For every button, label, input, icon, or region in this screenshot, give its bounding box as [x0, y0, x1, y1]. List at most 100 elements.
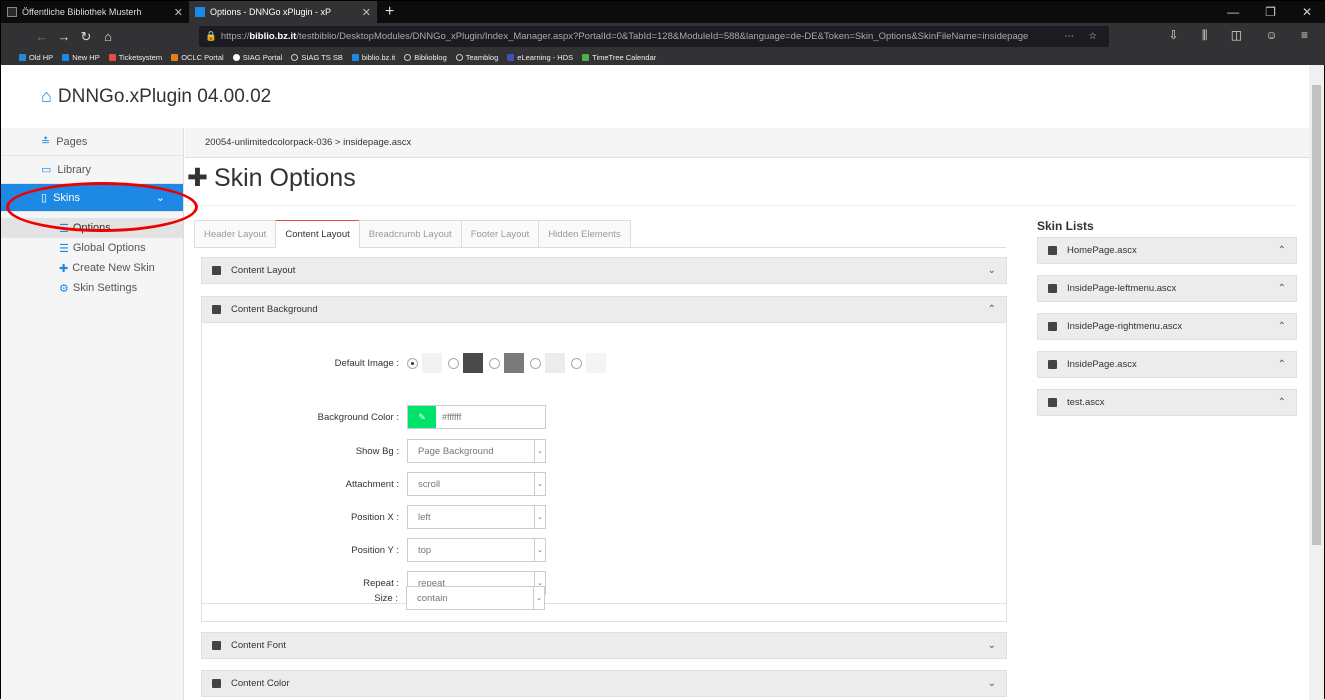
skin-item-homepage[interactable]: HomePage.ascx ⌃: [1037, 237, 1297, 264]
bookmark-timetree[interactable]: TimeTree Calendar: [582, 53, 656, 62]
content-background-panel: Default Image : Background Color: ✎ #ff…: [201, 323, 1007, 604]
globe-icon: [291, 54, 299, 61]
skin-item-insidepage[interactable]: InsidePage.ascx ⌃: [1037, 351, 1297, 378]
accordion-lower: Content Font ⌄ Content Color ⌄: [201, 632, 1007, 697]
globe-icon: [404, 54, 412, 61]
toolbar-icons[interactable]: ⇩ ⫼ ◫ ☺ ≡: [1168, 28, 1318, 43]
image-radio[interactable]: [448, 357, 459, 369]
tab-content-layout[interactable]: Content Layout: [275, 220, 360, 248]
tab-header-layout[interactable]: Header Layout: [194, 220, 277, 247]
page-title-text: Skin Options: [213, 163, 356, 192]
maximize-icon[interactable]: ❐: [1265, 5, 1276, 19]
minimize-icon[interactable]: —: [1227, 5, 1239, 19]
browser-window: Öffentliche Bibliothek Musterh ✕ Options…: [0, 0, 1325, 700]
forward-icon[interactable]: →: [53, 29, 75, 44]
bookmark-siag-portal[interactable]: SIAG Portal: [232, 53, 282, 62]
tab-footer-layout[interactable]: Footer Layout: [460, 220, 540, 247]
skin-item-label: test.ascx: [1067, 397, 1105, 408]
size-row-wrap: Size : contain ⌄: [201, 583, 1007, 613]
sidebar-subitem-global-options[interactable]: ☰ Global Options: [1, 238, 183, 258]
tab-hidden-elements[interactable]: Hidden Elements: [538, 220, 631, 247]
bookmark-icon: [62, 54, 70, 61]
reload-icon[interactable]: ↻: [75, 29, 97, 45]
browser-tab-library[interactable]: Öffentliche Bibliothek Musterh ✕: [1, 1, 189, 23]
sidebar-subitem-label: Skin Settings: [72, 282, 138, 294]
scrollbar-thumb[interactable]: [1312, 85, 1321, 545]
browser-tab-options[interactable]: Options - DNNGo xPlugin - xP ✕: [189, 1, 377, 23]
close-tab-icon[interactable]: ✕: [174, 6, 183, 19]
background-color-value: #ffffff: [442, 412, 462, 422]
bookmark-teamblog[interactable]: Teamblog: [455, 53, 498, 62]
skin-item-test[interactable]: test.ascx ⌃: [1037, 389, 1297, 416]
position-x-select[interactable]: left ⌄: [407, 505, 546, 529]
section-title: Content Color: [231, 678, 290, 689]
new-tab-button[interactable]: +: [377, 3, 402, 21]
bookmark-elearning[interactable]: eLearning - HDS: [507, 53, 573, 62]
skin-icon: [1048, 284, 1057, 293]
sidebar-subitem-label: Global Options: [72, 242, 146, 254]
image-radio[interactable]: [489, 357, 500, 369]
accordion-content-font[interactable]: Content Font ⌄: [201, 632, 1007, 659]
sidebar-item-pages[interactable]: ≛ Pages: [1, 128, 183, 156]
image-radio[interactable]: [530, 357, 541, 369]
bookmark-biblio[interactable]: biblio.bz.it: [351, 53, 395, 62]
bookmark-siag-ts-sb[interactable]: SIAG TS SB: [291, 53, 343, 62]
skin-item-label: InsidePage-rightmenu.ascx: [1067, 321, 1183, 332]
sidebar-subitem-options[interactable]: ☰ Options: [1, 218, 183, 238]
section-icon: [212, 641, 221, 650]
chevron-up-icon: ⌃: [1277, 359, 1286, 370]
image-radio[interactable]: [571, 357, 582, 369]
skin-item-insidepage-leftmenu[interactable]: InsidePage-leftmenu.ascx ⌃: [1037, 275, 1297, 302]
bookmark-icon: [108, 54, 116, 61]
page-scrollbar[interactable]: [1309, 65, 1324, 700]
sidebar-subitem-create-new-skin[interactable]: ✚ Create New Skin: [1, 258, 183, 278]
back-icon[interactable]: ←: [31, 29, 53, 44]
bookmark-oclc-portal[interactable]: OCLC Portal: [171, 53, 224, 62]
position-y-select[interactable]: top ⌄: [407, 538, 546, 562]
bookmark-new-hp[interactable]: New HP: [62, 53, 100, 62]
accordion-content-background[interactable]: Content Background ⌃: [201, 296, 1007, 323]
skin-item-label: InsidePage-leftmenu.ascx: [1067, 283, 1177, 294]
bookmark-icon: [232, 54, 240, 61]
attachment-row: Attachment : scroll ⌄: [202, 472, 1002, 496]
sidebar-item-library[interactable]: ▭ Library: [1, 156, 183, 184]
url-prefix: https://: [220, 31, 250, 42]
sidebar-subitem-label: Create New Skin: [72, 262, 155, 274]
close-tab-icon[interactable]: ✕: [362, 6, 371, 19]
show-bg-row: Show Bg : Page Background ⌄: [202, 439, 1002, 463]
tab-breadcrumb-layout[interactable]: Breadcrumb Layout: [358, 220, 462, 247]
size-select[interactable]: contain ⌄: [406, 586, 545, 610]
sidebar-item-label: Pages: [56, 135, 88, 148]
skin-lists: Skin Lists HomePage.ascx ⌃ InsidePage-lef…: [1037, 219, 1297, 427]
background-color-field[interactable]: ✎ #ffffff: [407, 405, 546, 429]
home-icon[interactable]: ⌂: [41, 86, 52, 107]
image-radio[interactable]: [407, 357, 418, 369]
chevron-down-icon: ⌄: [534, 473, 545, 495]
library-favicon-icon: [7, 7, 17, 17]
page-actions-icon[interactable]: ⋯ ☆: [1064, 31, 1103, 42]
close-window-icon[interactable]: ✕: [1302, 5, 1312, 19]
accordion-content-layout[interactable]: Content Layout ⌄: [201, 257, 1007, 284]
bookmark-icon: [19, 54, 26, 61]
tab-title: Options - DNNGo xPlugin - xP: [210, 7, 332, 17]
bookmark-icon: [507, 54, 515, 61]
section-title: Content Background: [231, 304, 318, 315]
sidebar-item-skins[interactable]: ▯ Skins ⌄: [1, 184, 183, 212]
url-bar[interactable]: 🔒 https:// biblio.bz.it /testbiblio/Desk…: [199, 26, 1109, 47]
sidebar: ≛ Pages ▭ Library ▯ Skins ⌄ ☰ Options ☰ …: [1, 128, 184, 700]
sidebar-subitem-skin-settings[interactable]: ⚙ Skin Settings: [1, 278, 183, 298]
bookmark-ticketsystem[interactable]: Ticketsystem: [108, 53, 162, 62]
skins-icon: ▯: [41, 192, 48, 204]
show-bg-select[interactable]: Page Background ⌄: [407, 439, 546, 463]
skin-item-insidepage-rightmenu[interactable]: InsidePage-rightmenu.ascx ⌃: [1037, 313, 1297, 340]
chevron-down-icon: ⌄: [534, 440, 545, 462]
bookmark-old-hp[interactable]: Old HP: [19, 53, 53, 62]
accordion-content-color[interactable]: Content Color ⌄: [201, 670, 1007, 697]
image-swatch-light: [422, 353, 442, 373]
attachment-select[interactable]: scroll ⌄: [407, 472, 546, 496]
skin-icon: [1048, 360, 1057, 369]
bookmark-biblioblog[interactable]: Biblioblog: [404, 53, 447, 62]
app-title: DNNGo.xPlugin 04.00.02: [57, 85, 272, 107]
color-picker-icon[interactable]: ✎: [408, 406, 436, 428]
home-icon[interactable]: ⌂: [97, 29, 119, 44]
